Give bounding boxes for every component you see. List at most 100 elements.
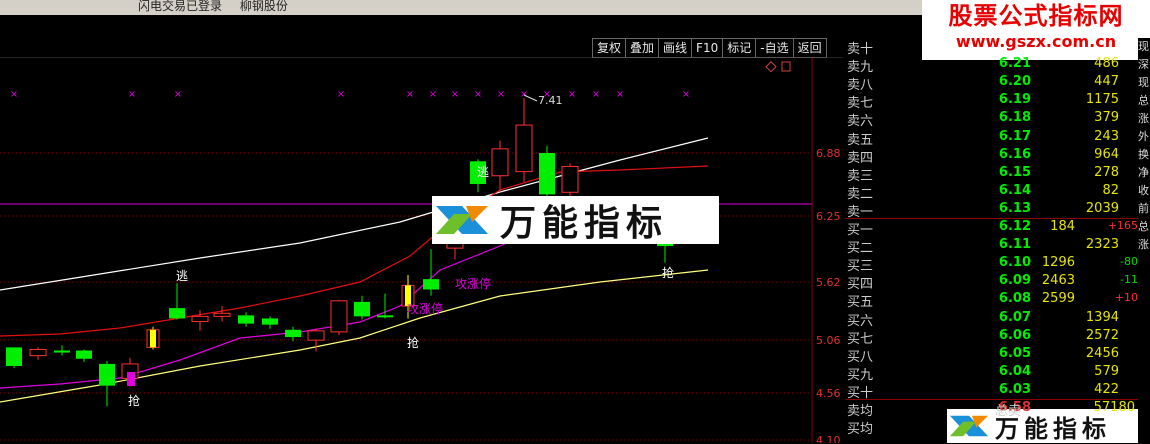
buy-row[interactable]: 买二 6.11 2323 (845, 237, 1138, 256)
candle-body (561, 165, 579, 193)
candle-body (354, 301, 370, 317)
signal-x-marker: × (497, 89, 505, 100)
overlay-button[interactable]: 叠加 (625, 38, 659, 58)
volume-change: -11 (1120, 273, 1138, 287)
restore-rights-button[interactable]: 复权 (592, 38, 626, 58)
buy-price: 6.05 (998, 345, 1031, 361)
sell-row[interactable]: 卖六 6.18 379 (845, 110, 1138, 129)
buy-price: 6.07 (998, 309, 1031, 325)
quote-side-strip: 现深现总涨外换净收前总涨 (1138, 38, 1150, 443)
escape-signal-label: 逃 (176, 269, 188, 283)
summary-label: 卖均 (847, 404, 874, 419)
candle-body (169, 308, 185, 319)
order-book: 卖十 卖九 6.21 486 卖八 6.20 447 卖七 6.19 1175 卖六 6.18 379 卖… (845, 38, 1138, 443)
buy-row[interactable]: 买五 6.08 2599 +10 (845, 291, 1138, 311)
login-status: 闪电交易已登录 (138, 0, 223, 13)
signal-x-marker: × (520, 89, 528, 100)
candle-body (262, 318, 278, 325)
buy-price: 6.11 (998, 237, 1031, 253)
sell-row[interactable]: 卖七 6.19 1175 (845, 92, 1138, 111)
sell-row[interactable]: 卖三 6.15 278 (845, 165, 1138, 184)
buy-price: 6.08 (998, 291, 1031, 307)
buy-row[interactable]: 买八 6.05 2456 (845, 345, 1138, 365)
buy-label: 买五 (847, 295, 874, 311)
candle-body (191, 315, 209, 323)
kline-chart[interactable]: 6.886.255.625.064.564.10× × × × × × × × × × × × × × ×7… (0, 57, 843, 443)
logo-watermark-center: 万能指标 (432, 196, 719, 244)
price-tick-label: 5.62 (816, 276, 841, 289)
sell-label: 卖十 (847, 42, 874, 57)
stock-name: 柳钢股份 (239, 0, 288, 13)
summary-volume: 57180 (1093, 400, 1135, 415)
buy-volume: 184 (1050, 219, 1075, 234)
signal-x-marker: × (406, 89, 414, 100)
signal-x-marker: × (429, 89, 437, 100)
remove-watchlist-button[interactable]: -自选 (755, 38, 793, 58)
summary-row[interactable]: 买均 (845, 418, 1138, 437)
candle-body (238, 315, 254, 324)
high-price-label: 7.41 (538, 94, 563, 107)
sell-label: 卖三 (847, 168, 874, 184)
sell-price: 6.17 (998, 128, 1031, 144)
sell-price: 6.13 (998, 200, 1031, 216)
sell-row[interactable]: 卖五 6.17 243 (845, 128, 1138, 148)
sell-label: 卖四 (847, 150, 874, 166)
f10-button[interactable]: F10 (691, 38, 723, 58)
price-tick-label: 6.25 (816, 210, 841, 223)
buy-row[interactable]: 买三 6.10 1296 -80 (845, 255, 1138, 275)
sell-row[interactable]: 卖四 6.16 964 (845, 147, 1138, 166)
sell-volume: 82 (1102, 182, 1119, 198)
buy-volume: 1296 (1041, 255, 1075, 271)
candle-body (285, 329, 301, 338)
limit-up-label: 攻涨停 (455, 276, 491, 291)
buy-row[interactable]: 买九 6.04 579 (845, 364, 1138, 383)
draw-line-button[interactable]: 画线 (658, 38, 692, 58)
sell-row[interactable]: 卖二 6.14 82 (845, 182, 1138, 202)
sell-row[interactable]: 卖九 6.21 486 (845, 56, 1138, 75)
buy-volume: 2572 (1085, 327, 1119, 343)
candle-body (6, 347, 22, 367)
buy-volume: 2456 (1085, 345, 1119, 361)
buy-row[interactable]: 买七 6.06 2572 (845, 327, 1138, 347)
signal-x-marker: × (337, 89, 345, 100)
sell-price: 6.19 (998, 92, 1031, 108)
sell-row[interactable]: 卖一 6.13 2039 (845, 200, 1138, 220)
panel-toggle-icon (781, 61, 791, 72)
summary-row[interactable]: 卖均 6.58 57180 总卖 (845, 400, 1138, 419)
candle-body (423, 279, 439, 290)
sell-row[interactable]: 卖十 (845, 38, 1138, 57)
candle-body (213, 312, 231, 317)
buy-row[interactable]: 买十 6.03 422 (845, 382, 1138, 401)
buy-row[interactable]: 买六 6.07 1394 (845, 309, 1138, 329)
buy-row[interactable]: 买一 6.12 184 +165 (845, 219, 1138, 238)
grab-signal-label: 抢 (407, 335, 419, 350)
volume-change: -80 (1120, 255, 1138, 269)
buy-label: 买三 (847, 259, 874, 275)
buy-row[interactable]: 买四 6.09 2463 -11 (845, 273, 1138, 292)
buy-label: 买一 (847, 223, 874, 238)
candle-body (515, 124, 533, 173)
side-quote-label: 现 (1138, 40, 1149, 53)
volume-change: +165 (1107, 219, 1138, 232)
grab-signal-label: 抢 (662, 265, 674, 280)
candle-body (491, 148, 509, 177)
price-tick-label: 4.56 (816, 387, 841, 400)
buy-label: 买七 (847, 331, 874, 347)
sell-label: 卖二 (847, 186, 874, 202)
back-button[interactable]: 返回 (792, 38, 827, 58)
side-quote-label: 深 (1138, 58, 1149, 71)
side-quote-label: 总 (1138, 94, 1149, 107)
candle-highlight (127, 372, 135, 386)
side-quote-label: 净 (1138, 166, 1149, 179)
buy-price: 6.12 (998, 219, 1031, 234)
mark-button[interactable]: 标记 (722, 38, 756, 58)
price-tick-label: 4.10 (816, 434, 841, 443)
candle-body (539, 153, 555, 195)
buy-volume: 2463 (1041, 273, 1075, 289)
candle-body (377, 315, 393, 318)
sell-row[interactable]: 卖八 6.20 447 (845, 74, 1138, 93)
zoom-diamond-icon (765, 61, 777, 73)
sell-price: 6.14 (998, 182, 1031, 198)
candle-body (76, 350, 92, 359)
site-title: 股票公式指标网 (948, 2, 1124, 30)
